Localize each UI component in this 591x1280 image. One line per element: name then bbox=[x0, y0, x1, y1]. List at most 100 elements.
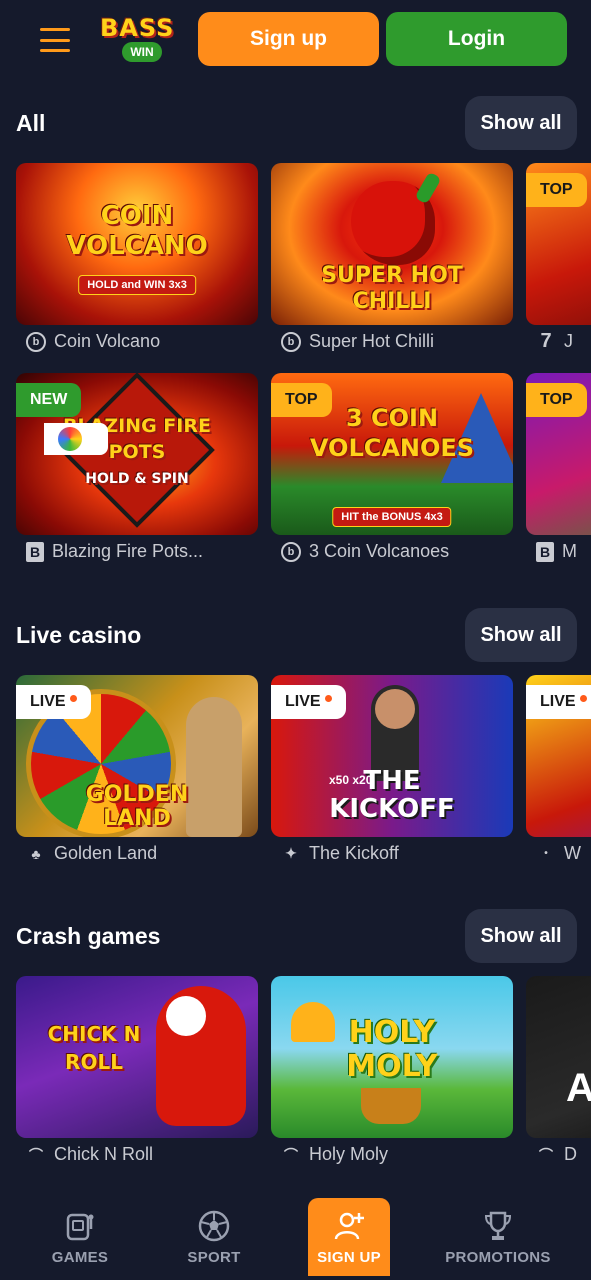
bottom-nav: GAMES SPORT SIGN UP PROMOTIONS bbox=[0, 1190, 591, 1280]
provider-icon: • bbox=[544, 848, 548, 859]
game-thumbnail: SUPER HOT CHILLI bbox=[271, 163, 513, 325]
provider-icon: ⌒ bbox=[29, 1146, 43, 1163]
game-art-title: CHICK N ROLL bbox=[47, 1022, 141, 1074]
provider-chip bbox=[44, 423, 108, 455]
rooster-head bbox=[166, 996, 206, 1036]
color-wheel-icon bbox=[58, 427, 82, 451]
game-art-title: HOLY MOLY bbox=[346, 1015, 438, 1084]
game-meta: B Blazing Fire Pots... bbox=[26, 541, 203, 562]
game-name: M bbox=[562, 541, 577, 561]
badge-live: LIVE bbox=[16, 685, 91, 719]
game-name: Super Hot Chilli bbox=[309, 331, 435, 351]
logo-text: BASS bbox=[100, 14, 175, 42]
game-thumbnail: TOP bbox=[526, 373, 591, 535]
game-thumbnail: LIVE bbox=[526, 675, 591, 837]
nav-games[interactable]: GAMES bbox=[38, 1190, 122, 1280]
badge-top: TOP bbox=[526, 173, 587, 207]
game-art-title: GOLDEN LAND bbox=[85, 782, 189, 831]
game-name: Coin Volcano bbox=[54, 331, 161, 351]
section-title: Crash games bbox=[16, 923, 161, 949]
game-art-subtitle: HOLD and WIN 3x3 bbox=[78, 275, 196, 295]
game-thumbnail: CHICK N ROLL bbox=[16, 976, 258, 1138]
game-card[interactable]: COIN VOLCANO HOLD and WIN 3x3 b Coin Vol… bbox=[16, 163, 258, 352]
provider-icon: ♣ bbox=[31, 845, 41, 862]
provider-icon: ⌒ bbox=[284, 1146, 298, 1163]
provider-icon: b bbox=[281, 331, 301, 352]
game-art-title: COIN VOLCANO bbox=[66, 201, 208, 261]
nav-promotions[interactable]: PROMOTIONS bbox=[440, 1190, 556, 1280]
show-all-button[interactable]: Show all bbox=[465, 608, 577, 662]
section-title: Live casino bbox=[16, 622, 142, 648]
header: BASS WIN Sign up Login bbox=[0, 0, 591, 78]
soccer-ball-icon bbox=[198, 1210, 230, 1242]
logo[interactable]: BASS WIN bbox=[100, 14, 182, 64]
game-card[interactable]: GOLDEN LAND LIVE ♣ Golden Land bbox=[16, 675, 258, 863]
nav-sign-up[interactable]: SIGN UP bbox=[308, 1198, 390, 1276]
section-crash-games: Crash games Show all CHICK N ROLL ⌒ Chic… bbox=[0, 909, 591, 1179]
game-card[interactable]: A ⌒ D bbox=[526, 976, 591, 1164]
game-card[interactable]: THE KICKOFF x50 x20 LIVE ✦ The Kickoff bbox=[271, 675, 513, 863]
provider-icon: B bbox=[26, 541, 44, 562]
game-card[interactable]: TOP B M bbox=[526, 373, 591, 562]
game-meta: B M bbox=[536, 541, 577, 562]
game-art-subtitle: HOLD & SPIN bbox=[85, 471, 189, 487]
game-meta: b Super Hot Chilli bbox=[281, 331, 434, 352]
game-art-subtitle: HIT the BONUS 4x3 bbox=[332, 507, 452, 527]
login-button[interactable]: Login bbox=[386, 12, 567, 66]
slot-machine-icon bbox=[66, 1213, 94, 1241]
games-row: BLAZING FIRE POTS HOLD & SPIN NEW B Blaz… bbox=[16, 373, 591, 573]
user-plus-icon bbox=[334, 1212, 364, 1240]
game-meta: ⌒ D bbox=[536, 1144, 577, 1165]
trophy-icon bbox=[484, 1211, 512, 1240]
game-card[interactable]: SUPER HOT CHILLI b Super Hot Chilli bbox=[271, 163, 513, 352]
provider-icon: B bbox=[536, 541, 554, 562]
game-meta: ♣ Golden Land bbox=[26, 843, 157, 864]
game-name: D bbox=[564, 1144, 577, 1164]
provider-icon: ⌒ bbox=[539, 1146, 553, 1163]
nav-label: SPORT bbox=[187, 1249, 241, 1266]
game-name: The Kickoff bbox=[309, 843, 399, 863]
show-all-button[interactable]: Show all bbox=[465, 96, 577, 150]
game-meta: • W bbox=[536, 843, 581, 864]
nav-label: GAMES bbox=[51, 1249, 109, 1266]
presenter-face bbox=[375, 689, 415, 729]
provider-icon: b bbox=[26, 331, 46, 352]
game-card[interactable]: CHICK N ROLL ⌒ Chick N Roll bbox=[16, 976, 258, 1164]
game-art-letter: A bbox=[566, 1066, 591, 1110]
game-name: Holy Moly bbox=[309, 1144, 389, 1164]
game-card[interactable]: LIVE • W bbox=[526, 675, 591, 863]
game-meta: b Coin Volcano bbox=[26, 331, 160, 352]
signup-button[interactable]: Sign up bbox=[198, 12, 379, 66]
game-thumbnail: GOLDEN LAND LIVE bbox=[16, 675, 258, 837]
multipliers: x50 x20 bbox=[329, 773, 373, 787]
game-thumbnail: 3 COIN VOLCANOES HIT the BONUS 4x3 TOP bbox=[271, 373, 513, 535]
game-card[interactable]: BLAZING FIRE POTS HOLD & SPIN NEW B Blaz… bbox=[16, 373, 258, 562]
provider-icon: ✦ bbox=[285, 845, 297, 861]
game-thumbnail: HOLY MOLY bbox=[271, 976, 513, 1138]
badge-top: TOP bbox=[526, 383, 587, 417]
logo-subtext: WIN bbox=[122, 42, 162, 62]
game-meta: b 3 Coin Volcanoes bbox=[281, 541, 449, 562]
game-card[interactable]: 3 COIN VOLCANOES HIT the BONUS 4x3 TOP b… bbox=[271, 373, 513, 562]
game-meta: ⌒ Holy Moly bbox=[281, 1144, 388, 1165]
section-title: All bbox=[16, 110, 46, 136]
game-card[interactable]: TOP 7 J bbox=[526, 163, 591, 352]
show-all-button[interactable]: Show all bbox=[465, 909, 577, 963]
nav-sport[interactable]: SPORT bbox=[172, 1190, 256, 1280]
game-card[interactable]: HOLY MOLY ⌒ Holy Moly bbox=[271, 976, 513, 1164]
section-all: All Show all COIN VOLCANO HOLD and WIN 3… bbox=[0, 96, 591, 576]
badge-new: NEW bbox=[16, 383, 82, 417]
section-live-casino: Live casino Show all GOLDEN LAND LIVE ♣ … bbox=[0, 608, 591, 878]
game-thumbnail: COIN VOLCANO HOLD and WIN 3x3 bbox=[16, 163, 258, 325]
game-meta: ✦ The Kickoff bbox=[281, 843, 399, 864]
nav-label: PROMOTIONS bbox=[445, 1249, 551, 1266]
provider-icon: 7 bbox=[540, 330, 552, 352]
basket-art bbox=[361, 1088, 421, 1124]
game-thumbnail: A bbox=[526, 976, 591, 1138]
menu-icon[interactable] bbox=[40, 28, 70, 52]
provider-icon: b bbox=[281, 541, 301, 562]
game-thumbnail: BLAZING FIRE POTS HOLD & SPIN NEW bbox=[16, 373, 258, 535]
badge-top: TOP bbox=[271, 383, 332, 417]
games-row: COIN VOLCANO HOLD and WIN 3x3 b Coin Vol… bbox=[16, 163, 591, 363]
game-name: Blazing Fire Pots... bbox=[52, 541, 204, 561]
